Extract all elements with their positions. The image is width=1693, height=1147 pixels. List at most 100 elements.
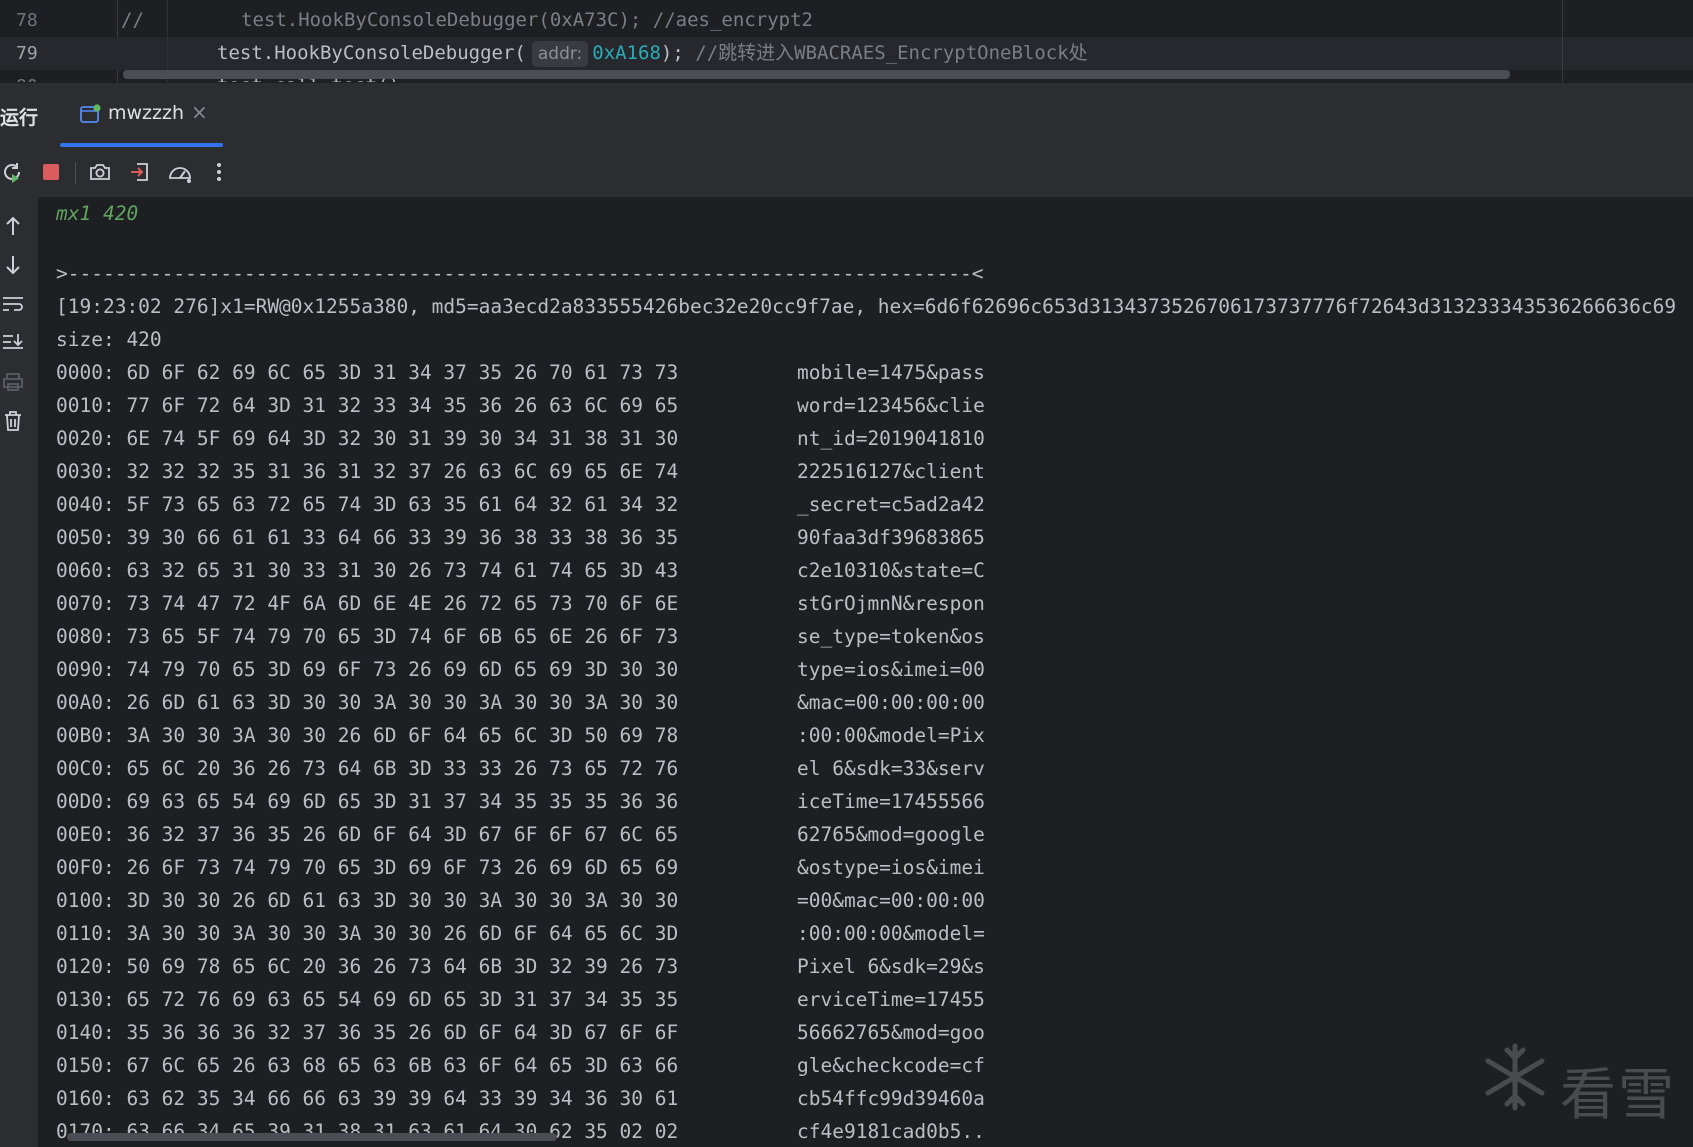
hex-offset: 0100: (56, 889, 115, 912)
hex-ascii: &mac=00:00:00:00 (797, 691, 985, 714)
camera-icon[interactable] (86, 158, 114, 186)
hex-dump-row: 00D0: 69 63 65 54 69 6D 65 3D 31 37 34 3… (56, 785, 985, 818)
console-horizontal-scrollbar[interactable] (67, 1133, 557, 1141)
hex-dump-row: 0000: 6D 6F 62 69 6C 65 3D 31 34 37 35 2… (56, 356, 985, 389)
hex-dump-row: 00C0: 65 6C 20 36 26 73 64 6B 3D 33 33 2… (56, 752, 985, 785)
hex-dump-row: 0160: 63 62 35 34 66 66 63 39 39 64 33 3… (56, 1082, 985, 1115)
hex-dump-row: 00A0: 26 6D 61 63 3D 30 30 3A 30 30 3A 3… (56, 686, 985, 719)
hex-bytes: 36 32 37 36 35 26 6D 6F 64 3D 67 6F 6F 6… (126, 823, 679, 846)
hex-dump-row: 0050: 39 30 66 61 61 33 64 66 33 39 36 3… (56, 521, 985, 554)
hex-bytes: 26 6F 73 74 79 70 65 3D 69 6F 73 26 69 6… (126, 856, 679, 879)
hex-dump-row: 0030: 32 32 32 35 31 36 31 32 37 26 63 6… (56, 455, 985, 488)
code-number-literal: 0xA168 (592, 42, 661, 64)
hex-ascii: =00&mac=00:00:00 (797, 889, 985, 912)
print-icon[interactable] (0, 368, 26, 396)
hex-ascii: erviceTime=17455 (797, 988, 985, 1011)
hex-ascii: cf4e9181cad0b5.. (797, 1120, 985, 1143)
hex-ascii: _secret=c5ad2a42 (797, 493, 985, 516)
scroll-to-end-icon[interactable] (0, 329, 26, 357)
code-comment: //跳转进入WBACRAES_EncryptOneBlock处 (695, 42, 1088, 64)
arrow-up-icon[interactable] (0, 212, 26, 240)
hex-bytes: 26 6D 61 63 3D 30 30 3A 30 30 3A 30 30 3… (126, 691, 679, 714)
hex-bytes: 6D 6F 62 69 6C 65 3D 31 34 37 35 26 70 6… (126, 361, 679, 384)
hex-ascii: &ostype=ios&imei (797, 856, 985, 879)
hex-ascii: gle&checkcode=cf (797, 1054, 985, 1077)
hex-ascii: :00:00&model=Pix (797, 724, 985, 747)
profiler-icon[interactable] (166, 158, 194, 186)
hex-offset: 0160: (56, 1087, 115, 1110)
hex-ascii: Pixel 6&sdk=29&s (797, 955, 985, 978)
hex-bytes: 5F 73 65 63 72 65 74 3D 63 35 61 64 32 6… (126, 493, 679, 516)
code-text: test.HookByConsoleDebugger(addr: 0xA168);… (217, 37, 1088, 70)
hex-offset: 0130: (56, 988, 115, 1011)
hex-ascii: el 6&sdk=33&serv (797, 757, 985, 780)
code-call: test.HookByConsoleDebugger( (217, 42, 526, 64)
code-line-current[interactable]: 79 test.HookByConsoleDebugger(addr: 0xA16… (0, 37, 1693, 70)
editor-horizontal-scrollbar[interactable] (123, 70, 1510, 79)
hex-bytes: 32 32 32 35 31 36 31 32 37 26 63 6C 69 6… (126, 460, 679, 483)
stop-icon[interactable] (37, 158, 65, 186)
hex-bytes: 77 6F 72 64 3D 31 32 33 34 35 36 26 63 6… (126, 394, 679, 417)
hex-bytes: 6E 74 5F 69 64 3D 32 30 31 39 30 34 31 3… (126, 427, 679, 450)
code-line[interactable]: 78 // test.HookByConsoleDebugger(0xA73C)… (0, 4, 1693, 37)
hex-bytes: 65 6C 20 36 26 73 64 6B 3D 33 33 26 73 6… (126, 757, 679, 780)
hex-ascii: type=ios&imei=00 (797, 658, 985, 681)
hex-bytes: 3D 30 30 26 6D 61 63 3D 30 30 3A 30 30 3… (126, 889, 679, 912)
code-editor[interactable]: 78 // test.HookByConsoleDebugger(0xA73C)… (0, 0, 1693, 82)
right-margin-divider (1562, 0, 1563, 82)
hex-bytes: 63 62 35 34 66 66 63 39 39 64 33 39 34 3… (126, 1087, 679, 1110)
hex-ascii: 62765&mod=google (797, 823, 985, 846)
soft-wrap-icon[interactable] (0, 290, 26, 318)
trash-icon[interactable] (0, 407, 26, 435)
hex-offset: 0030: (56, 460, 115, 483)
hex-bytes: 74 79 70 65 3D 69 6F 73 26 69 6D 65 69 3… (126, 658, 679, 681)
run-tool-window-header: 运行 mwzzzh × (0, 82, 1693, 148)
hex-offset: 0080: (56, 625, 115, 648)
hex-offset: 0090: (56, 658, 115, 681)
hex-offset: 00F0: (56, 856, 115, 879)
hex-ascii: 222516127&client (797, 460, 985, 483)
hex-dump-row: 0150: 67 6C 65 26 63 68 65 63 6B 63 6F 6… (56, 1049, 985, 1082)
hex-offset: 00D0: (56, 790, 115, 813)
hex-offset: 0020: (56, 427, 115, 450)
hex-bytes: 39 30 66 61 61 33 64 66 33 39 36 38 33 3… (126, 526, 679, 549)
hex-offset: 00B0: (56, 724, 115, 747)
hex-dump-row: 00B0: 3A 30 30 3A 30 30 26 6D 6F 64 65 6… (56, 719, 985, 752)
run-toolbar (0, 147, 1693, 197)
hex-offset: 0110: (56, 922, 115, 945)
exit-icon[interactable] (126, 158, 154, 186)
hex-ascii: se_type=token&os (797, 625, 985, 648)
more-icon[interactable] (205, 158, 233, 186)
run-config-tab[interactable]: mwzzzh × (60, 83, 223, 147)
hex-ascii: word=123456&clie (797, 394, 985, 417)
console-output[interactable]: mx1 420 >-------------------------------… (39, 197, 1693, 1147)
tool-window-title: 运行 (0, 107, 39, 129)
hex-ascii: 90faa3df39683865 (797, 526, 985, 549)
hex-ascii: 56662765&mod=goo (797, 1021, 985, 1044)
hex-bytes: 3A 30 30 3A 30 30 3A 30 30 26 6D 6F 64 6… (126, 922, 679, 945)
hex-bytes: 65 72 76 69 63 65 54 69 6D 65 3D 31 37 3… (126, 988, 679, 1011)
hex-dump-row: 0100: 3D 30 30 26 6D 61 63 3D 30 30 3A 3… (56, 884, 985, 917)
hex-dump-row: 0170: 63 66 34 65 39 31 38 31 63 61 64 3… (56, 1115, 985, 1147)
hex-ascii: c2e10310&state=C (797, 559, 985, 582)
hex-offset: 0010: (56, 394, 115, 417)
rerun-icon[interactable] (0, 158, 26, 186)
hex-dump-row: 0070: 73 74 47 72 4F 6A 6D 6E 4E 26 72 6… (56, 587, 985, 620)
close-icon[interactable]: × (191, 100, 208, 124)
hex-bytes: 35 36 36 36 32 37 36 35 26 6D 6F 64 3D 6… (126, 1021, 679, 1044)
run-tab-label: mwzzzh (108, 102, 185, 124)
console-size-line: size: 420 (56, 328, 162, 351)
hex-dump-row: 0140: 35 36 36 36 32 37 36 35 26 6D 6F 6… (56, 1016, 985, 1049)
code-close-paren: ); (660, 42, 684, 64)
hex-bytes: 3A 30 30 3A 30 30 26 6D 6F 64 65 6C 3D 5… (126, 724, 679, 747)
hex-offset: 0050: (56, 526, 115, 549)
hex-offset: 00C0: (56, 757, 115, 780)
arrow-down-icon[interactable] (0, 251, 26, 279)
hex-offset: 00E0: (56, 823, 115, 846)
hex-dump-row: 0010: 77 6F 72 64 3D 31 32 33 34 35 36 2… (56, 389, 985, 422)
hex-dump-row: 0120: 50 69 78 65 6C 20 36 26 73 64 6B 3… (56, 950, 985, 983)
hex-dump-row: 0040: 5F 73 65 63 72 65 74 3D 63 35 61 6… (56, 488, 985, 521)
console-side-toolbar (0, 197, 39, 1147)
hex-dump-row: 0090: 74 79 70 65 3D 69 6F 73 26 69 6D 6… (56, 653, 985, 686)
kanxue-watermark: 看雪 (1480, 1042, 1680, 1128)
